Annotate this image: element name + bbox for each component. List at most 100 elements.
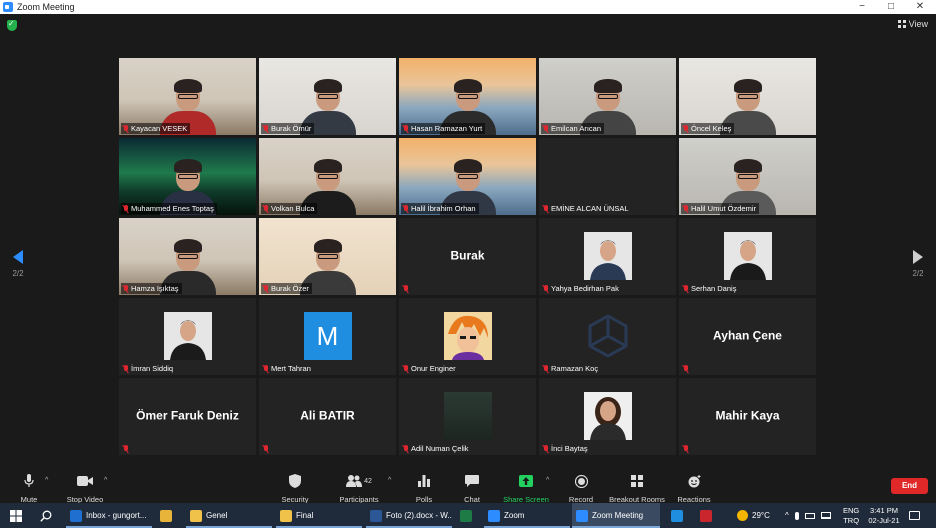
participant-tile[interactable]: İnci Baytaş [539, 378, 676, 455]
next-page-button[interactable]: 2/2 [910, 250, 926, 278]
participant-tile[interactable]: Kayacan VESEK [119, 58, 256, 135]
participant-tile[interactable]: EMİNE ALCAN ÜNSAL [539, 138, 676, 215]
participant-name-tag [261, 444, 272, 454]
security-button[interactable]: Security [280, 473, 310, 504]
minimize-button[interactable]: − [848, 0, 876, 14]
clock[interactable]: 3:41 PM 02-Jul-21 [866, 503, 902, 528]
battery-icon[interactable] [804, 512, 815, 519]
microphone-tray-icon[interactable] [794, 511, 799, 520]
reactions-button[interactable]: Reactions [677, 473, 711, 504]
share-options-caret-icon[interactable]: ^ [546, 477, 549, 484]
participant-name: Serhan Daniş [691, 284, 737, 293]
participants-count: 42 [364, 477, 372, 485]
participant-name: Mert Tahran [271, 364, 311, 373]
muted-microphone-icon [683, 445, 689, 453]
participant-tile[interactable]: Öncel Keleş [679, 58, 816, 135]
muted-microphone-icon [123, 124, 129, 133]
taskbar-app[interactable]: Inbox - gungort... [66, 503, 152, 528]
participant-tile[interactable]: M Mert Tahran [259, 298, 396, 375]
app-icon [700, 509, 712, 522]
participant-name-tag: Kayacan VESEK [121, 123, 191, 134]
taskbar-app[interactable] [156, 503, 182, 528]
taskbar-app[interactable]: Zoom Meeting [572, 503, 660, 528]
muted-microphone-icon [263, 204, 269, 213]
view-button[interactable]: View [897, 19, 928, 29]
video-options-caret-icon[interactable]: ^ [104, 477, 107, 484]
taskbar-app[interactable]: Final [276, 503, 362, 528]
participant-tile[interactable]: Burak Özer [259, 218, 396, 295]
taskbar-app[interactable]: Foto (2).docx - W... [366, 503, 452, 528]
clock-date: 02-Jul-21 [868, 515, 900, 525]
muted-microphone-icon [543, 284, 549, 293]
participant-display-name: Burak [450, 248, 485, 263]
previous-page-button[interactable]: 2/2 [10, 250, 26, 278]
audio-options-caret-icon[interactable]: ^ [45, 477, 48, 484]
participant-tile[interactable]: Ömer Faruk Deniz [119, 378, 256, 455]
participant-tile[interactable]: Volkan Bulca [259, 138, 396, 215]
taskbar-app[interactable]: Zoom [484, 503, 570, 528]
zoom-app-icon [3, 2, 13, 12]
participants-button[interactable]: 42 Participants [338, 473, 380, 504]
participant-name: Onur Enginer [411, 364, 456, 373]
participant-name: Öncel Keleş [691, 124, 732, 133]
record-button[interactable]: Record [566, 473, 596, 504]
participant-tile[interactable]: Ali BATIR [259, 378, 396, 455]
participant-name: Volkan Bulca [271, 204, 315, 213]
chevron-up-icon[interactable]: ^ [785, 511, 789, 520]
taskbar-app[interactable] [456, 503, 480, 528]
participant-tile[interactable]: Yahya Bedirhan Pak [539, 218, 676, 295]
participant-tile[interactable]: Halil İbrahim Orhan [399, 138, 536, 215]
notification-center-button[interactable] [909, 503, 920, 528]
mute-button[interactable]: Mute [16, 473, 42, 504]
participant-name: Halil İbrahim Orhan [411, 204, 476, 213]
participant-tile[interactable]: Burak [399, 218, 536, 295]
participant-tile[interactable]: Burak Ömür [259, 58, 396, 135]
app-icon [280, 509, 292, 522]
participant-tile[interactable]: Ayhan Çene [679, 298, 816, 375]
participant-tile[interactable]: Muhammed Enes Toptaş [119, 138, 256, 215]
participant-tile[interactable]: Halil Umut Özdemir [679, 138, 816, 215]
participant-tile[interactable]: Adil Numan Çelik [399, 378, 536, 455]
profile-photo [723, 232, 772, 280]
end-meeting-button[interactable]: End [891, 478, 928, 494]
search-button[interactable] [36, 503, 58, 528]
participant-display-name: Ayhan Çene [713, 328, 782, 343]
participants-options-caret-icon[interactable]: ^ [388, 477, 391, 484]
participant-gallery: Kayacan VESEK Burak Ömür Hasan Ramazan Yur… [119, 58, 817, 458]
weather-widget[interactable]: 29°C [737, 503, 770, 528]
participant-tile[interactable]: Hasan Ramazan Yurt [399, 58, 536, 135]
breakout-rooms-button[interactable]: Breakout Rooms [609, 473, 665, 504]
taskbar-app[interactable]: Genel [186, 503, 272, 528]
participant-tile[interactable]: İmran Siddiq [119, 298, 256, 375]
stop-video-button[interactable]: Stop Video [64, 473, 106, 504]
language-code: ENG [843, 505, 860, 515]
muted-microphone-icon [543, 204, 549, 213]
participant-tile[interactable]: Onur Enginer [399, 298, 536, 375]
security-shield-icon[interactable] [7, 19, 17, 31]
participant-tile[interactable]: Serhan Daniş [679, 218, 816, 295]
weather-sun-icon [737, 510, 748, 521]
participant-name: İmran Siddiq [131, 364, 174, 373]
chat-button[interactable]: Chat [461, 473, 483, 504]
maximize-button[interactable]: □ [877, 0, 905, 14]
input-language[interactable]: ENG TRQ [843, 503, 859, 528]
taskbar-app[interactable] [696, 503, 720, 528]
polls-button[interactable]: Polls [412, 473, 436, 504]
participant-name-tag: Serhan Daniş [681, 283, 739, 294]
muted-microphone-icon [123, 204, 129, 213]
start-button[interactable] [6, 503, 28, 528]
taskbar-app[interactable] [667, 503, 691, 528]
close-button[interactable]: ✕ [906, 0, 934, 14]
participant-name: İnci Baytaş [551, 444, 588, 453]
muted-microphone-icon [123, 364, 129, 373]
muted-microphone-icon [263, 445, 269, 453]
system-tray-icons[interactable]: ^ [785, 503, 831, 528]
muted-microphone-icon [403, 364, 409, 373]
share-screen-button[interactable]: Share Screen [503, 473, 549, 504]
participant-tile[interactable]: Ramazan Koç [539, 298, 676, 375]
network-icon[interactable] [820, 512, 831, 519]
participant-tile[interactable]: Mahir Kaya [679, 378, 816, 455]
participant-name-tag [121, 444, 132, 454]
participant-tile[interactable]: Emilcan Arıcan [539, 58, 676, 135]
participant-tile[interactable]: Hamza Işıktaş [119, 218, 256, 295]
